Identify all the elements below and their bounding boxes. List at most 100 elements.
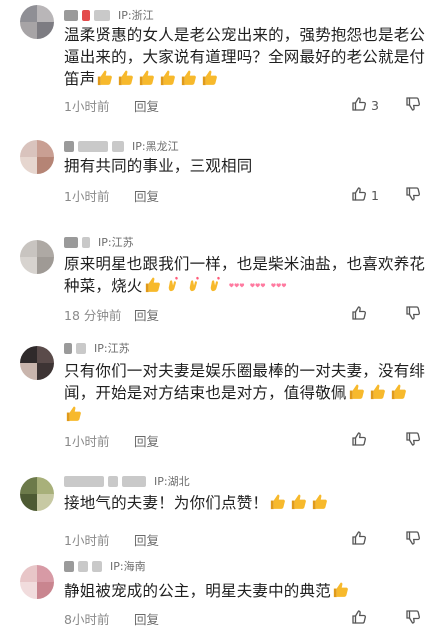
username-redacted[interactable] — [64, 140, 74, 152]
comment-meta: IP:江苏 — [64, 234, 134, 250]
thumbs-up-emoji — [158, 70, 179, 88]
dislike-button[interactable] — [405, 530, 421, 549]
finger-heart-emoji — [185, 276, 206, 295]
thumbs-up-emoji — [389, 384, 410, 402]
avatar[interactable] — [20, 565, 54, 599]
comment-actions: 18 分钟前 回复 — [64, 305, 424, 323]
username-redacted[interactable] — [82, 236, 90, 248]
avatar[interactable] — [20, 140, 54, 174]
username-redacted[interactable] — [112, 140, 124, 152]
reply-button[interactable]: 回复 — [134, 186, 159, 205]
thumbs-up-emoji — [331, 582, 352, 600]
username-redacted[interactable] — [64, 236, 78, 248]
thumbs-up-emoji — [289, 494, 310, 512]
thumbs-up-emoji — [310, 494, 331, 512]
thumbs-down-icon — [405, 187, 421, 205]
comment-actions: 1小时前 回复 — [64, 431, 424, 449]
comment-text: 原来明星也跟我们一样，也是柴米油盐，也喜欢养花种菜，烧火 — [64, 253, 426, 297]
thumbs-down-icon — [405, 97, 421, 115]
comment-actions: 8小时前 回复 — [64, 609, 424, 627]
thumbs-down-icon — [405, 432, 421, 450]
username-redacted[interactable] — [92, 560, 102, 572]
thumbs-up-icon — [351, 431, 367, 450]
comment-text: 接地气的夫妻！为你们点赞！ — [64, 492, 426, 514]
like-button[interactable] — [351, 431, 371, 450]
like-count: 3 — [371, 98, 379, 113]
finger-heart-emoji — [206, 276, 227, 295]
comment-actions: 1小时前 回复 3 — [64, 96, 424, 114]
comment-text: 只有你们一对夫妻是娱乐圈最棒的一对夫妻，没有绯闻，开始是对方结束也是对方，值得敬… — [64, 360, 426, 426]
thumbs-up-emoji — [116, 70, 137, 88]
comment-time: 1小时前 — [64, 434, 110, 449]
dislike-button[interactable] — [405, 96, 421, 115]
reply-button[interactable]: 回复 — [134, 530, 159, 549]
avatar[interactable] — [20, 240, 54, 274]
username-redacted[interactable] — [108, 475, 118, 487]
username-redacted[interactable] — [78, 560, 88, 572]
comment-time: 1小时前 — [64, 533, 110, 548]
ip-location: IP:海南 — [110, 560, 146, 573]
comment-meta: IP:湖北 — [64, 473, 190, 489]
thumbs-up-emoji — [137, 70, 158, 88]
username-redacted[interactable] — [94, 9, 110, 21]
ip-location: IP:浙江 — [118, 9, 154, 22]
thumbs-up-icon — [351, 609, 367, 628]
username-redacted[interactable] — [64, 475, 104, 487]
username-redacted[interactable] — [64, 9, 78, 21]
thumbs-up-emoji — [64, 406, 85, 424]
reply-button[interactable]: 回复 — [134, 609, 159, 628]
comment-meta: IP:海南 — [64, 558, 146, 574]
ip-location: IP:江苏 — [98, 236, 134, 249]
thumbs-up-icon — [351, 530, 367, 549]
dislike-button[interactable] — [405, 609, 421, 628]
thumbs-up-emoji — [347, 384, 368, 402]
comment-time: 1小时前 — [64, 99, 110, 114]
comment-actions: 1小时前 回复 — [64, 530, 424, 548]
reply-button[interactable]: 回复 — [134, 305, 159, 324]
comment-meta: IP:江苏 — [64, 340, 130, 356]
ip-location: IP:江苏 — [94, 342, 130, 355]
like-button[interactable] — [351, 609, 371, 628]
thumbs-up-icon — [351, 186, 367, 205]
dislike-button[interactable] — [405, 431, 421, 450]
hearts-triple-emoji — [248, 277, 269, 295]
thumbs-down-icon — [405, 306, 421, 324]
avatar[interactable] — [20, 5, 54, 39]
username-redacted[interactable] — [64, 560, 74, 572]
username-redacted[interactable] — [64, 342, 72, 354]
thumbs-up-emoji — [200, 70, 221, 88]
like-button[interactable] — [351, 305, 371, 324]
thumbs-up-icon — [351, 96, 367, 115]
thumbs-up-icon — [351, 305, 367, 324]
dislike-button[interactable] — [405, 186, 421, 205]
reply-button[interactable]: 回复 — [134, 96, 159, 115]
ip-location: IP:湖北 — [154, 475, 190, 488]
username-redacted[interactable] — [122, 475, 146, 487]
comment-actions: 1小时前 回复 1 — [64, 186, 424, 204]
comment-time: 1小时前 — [64, 189, 110, 204]
username-redacted[interactable] — [78, 140, 108, 152]
like-button[interactable]: 1 — [351, 186, 379, 205]
comment-text: 拥有共同的事业，三观相同 — [64, 155, 426, 177]
hearts-triple-emoji — [227, 277, 248, 295]
avatar[interactable] — [20, 346, 54, 380]
dislike-button[interactable] — [405, 305, 421, 324]
comment-meta: IP:浙江 — [64, 7, 154, 23]
username-redacted[interactable] — [82, 9, 90, 21]
comment-time: 8小时前 — [64, 612, 110, 627]
thumbs-up-emoji — [95, 70, 116, 88]
comment-body: 静姐被宠成的公主，明星夫妻中的典范 — [64, 582, 331, 600]
like-count: 1 — [371, 188, 379, 203]
comment-body: 拥有共同的事业，三观相同 — [64, 157, 253, 175]
comment-text: 温柔贤惠的女人是老公宠出来的，强势抱怨也是老公逼出来的，大家说有道理吗？全网最好… — [64, 24, 426, 90]
ip-location: IP:黑龙江 — [132, 140, 179, 153]
thumbs-up-emoji — [268, 494, 289, 512]
finger-heart-emoji — [164, 276, 185, 295]
reply-button[interactable]: 回复 — [134, 431, 159, 450]
username-redacted[interactable] — [76, 342, 86, 354]
like-button[interactable] — [351, 530, 371, 549]
hearts-triple-emoji — [269, 277, 290, 295]
comment-meta: IP:黑龙江 — [64, 138, 179, 154]
like-button[interactable]: 3 — [351, 96, 379, 115]
avatar[interactable] — [20, 477, 54, 511]
